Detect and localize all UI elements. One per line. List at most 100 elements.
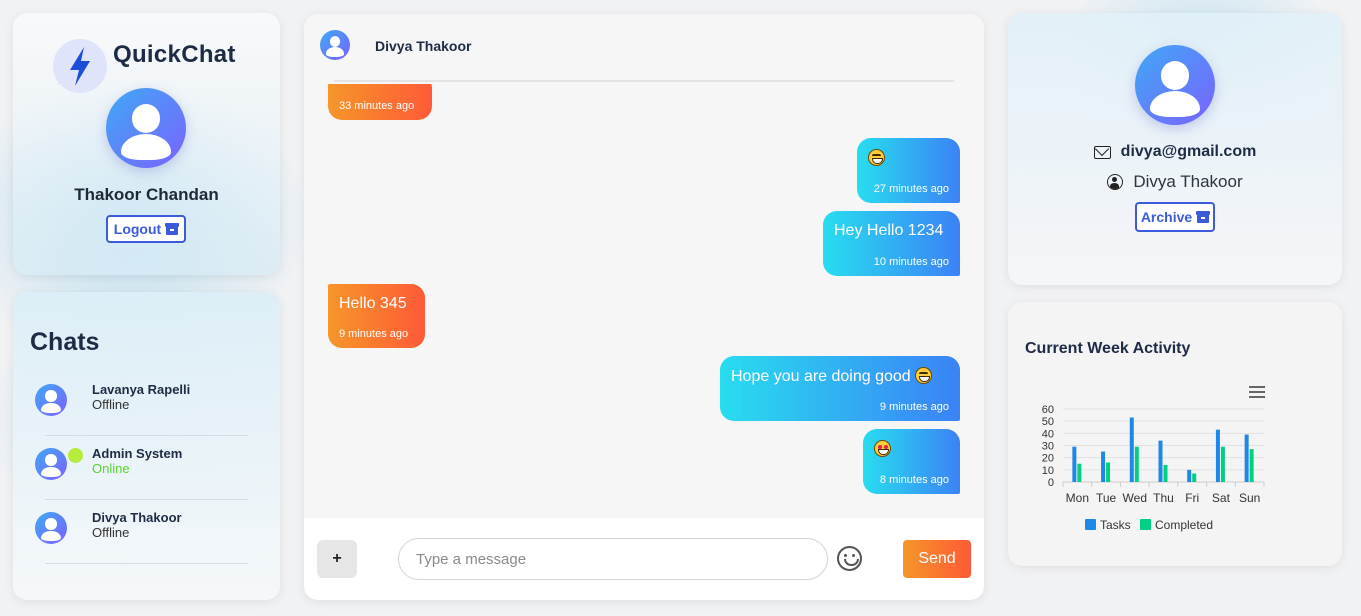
legend-label: Completed	[1155, 518, 1213, 532]
emoji-picker-icon[interactable]	[837, 546, 862, 571]
bar-tasks-sun	[1244, 434, 1249, 482]
y-tick-label: 60	[1042, 404, 1054, 416]
y-tick-label: 10	[1042, 465, 1054, 477]
laughing-emoji-icon	[868, 149, 885, 166]
chats-title: Chats	[30, 328, 100, 356]
bar-completed-sun	[1249, 449, 1254, 482]
conversation-panel: Divya Thakoor 33 minutes ago 27 minutes …	[304, 14, 984, 600]
online-indicator-icon	[68, 448, 83, 463]
contact-avatar[interactable]	[320, 30, 350, 60]
logout-label: Logout	[113, 221, 162, 237]
x-tick-label: Mon	[1066, 491, 1089, 505]
lightning-logo-icon	[53, 39, 107, 93]
chats-panel: Chats Lavanya Rapelli Offline Admin Syst…	[13, 292, 280, 600]
bar-tasks-thu	[1158, 440, 1163, 482]
x-tick-label: Fri	[1185, 491, 1199, 505]
message-bubble-sent: Hope you are doing good 9 minutes ago	[720, 356, 960, 421]
contact-email-row: divya@gmail.com	[1008, 143, 1342, 161]
y-tick-label: 40	[1042, 428, 1054, 440]
x-tick-label: Wed	[1123, 491, 1147, 505]
divider	[45, 499, 248, 500]
bar-tasks-tue	[1101, 451, 1106, 482]
message-text-wrap: Hope you are doing good	[731, 367, 933, 386]
contact-avatar	[1135, 45, 1215, 125]
bar-tasks-wed	[1129, 417, 1134, 482]
message-text	[868, 149, 885, 168]
archive-label: Archive	[1140, 209, 1193, 225]
bar-tasks-mon	[1072, 446, 1077, 482]
chat-contact-name: Lavanya Rapelli	[92, 382, 191, 397]
send-button[interactable]: Send	[903, 540, 971, 578]
archive-box-icon	[165, 222, 180, 235]
bar-completed-tue	[1106, 462, 1111, 482]
bar-tasks-fri	[1187, 469, 1192, 482]
legend-swatch-tasks	[1085, 519, 1096, 530]
contact-info-card: divya@gmail.com Divya Thakoor Archive	[1008, 13, 1342, 285]
message-text: Hello 345	[339, 295, 407, 312]
chat-contact-status: Offline	[92, 525, 130, 540]
mail-icon	[1093, 145, 1111, 159]
x-tick-label: Thu	[1153, 491, 1174, 505]
chat-contact-status: Online	[92, 461, 130, 476]
y-tick-label: 30	[1042, 441, 1054, 453]
contact-full-name: Divya Thakoor	[1133, 172, 1243, 191]
contact-name-row: Divya Thakoor	[1008, 172, 1342, 192]
message-time: 10 minutes ago	[873, 256, 949, 268]
message-time: 9 minutes ago	[339, 328, 409, 340]
activity-chart-card: Current Week Activity 0 10 20 30 40 50 60 Mon Tu…	[1008, 302, 1342, 566]
message-text: Hope you are doing good	[731, 368, 911, 385]
message-bubble-sent: Hey Hello 1234 10 minutes ago	[823, 211, 960, 276]
attach-plus-button[interactable]: +	[317, 540, 357, 578]
logout-button[interactable]: Logout	[106, 215, 186, 243]
y-tick-label: 0	[1048, 477, 1054, 489]
chat-list-item[interactable]: Admin System Online	[35, 444, 248, 500]
bar-tasks-sat	[1215, 429, 1220, 482]
message-time: 8 minutes ago	[879, 474, 949, 486]
divider	[45, 435, 248, 436]
current-user-name: Thakoor Chandan	[74, 185, 219, 204]
avatar	[35, 512, 67, 544]
bar-completed-fri	[1192, 473, 1197, 482]
avatar	[35, 384, 67, 416]
legend-swatch-completed	[1140, 519, 1151, 530]
y-tick-label: 20	[1042, 453, 1054, 465]
bar-completed-mon	[1077, 463, 1082, 482]
chart-title: Current Week Activity	[1025, 340, 1191, 357]
chat-list-item[interactable]: Divya Thakoor Offline	[35, 508, 248, 564]
user-avatar	[106, 88, 186, 168]
x-tick-label: Tue	[1096, 491, 1117, 505]
grinning-emoji-icon	[915, 367, 933, 384]
user-circle-icon	[1107, 174, 1124, 190]
message-list[interactable]: 33 minutes ago 27 minutes ago Hey Hello …	[304, 84, 984, 518]
legend-label: Tasks	[1100, 518, 1131, 532]
message-input[interactable]	[398, 538, 828, 580]
chat-list-item[interactable]: Lavanya Rapelli Offline	[35, 380, 248, 436]
contact-email: divya@gmail.com	[1120, 143, 1257, 160]
message-bubble-sent: 27 minutes ago	[857, 138, 960, 203]
message-text: Hey Hello 1234	[834, 222, 944, 239]
divider	[45, 563, 248, 564]
user-profile-card: QuickChat Thakoor Chandan Logout	[13, 13, 280, 275]
y-tick-label: 50	[1042, 416, 1054, 428]
message-composer: + Send	[304, 518, 984, 600]
x-tick-label: Sun	[1239, 491, 1260, 505]
message-bubble-sent: 8 minutes ago	[863, 429, 960, 494]
conversation-contact-name: Divya Thakoor	[375, 38, 472, 54]
x-tick-label: Sat	[1212, 491, 1231, 505]
message-text	[874, 440, 891, 459]
message-time: 9 minutes ago	[879, 401, 949, 413]
message-time: 33 minutes ago	[339, 100, 415, 112]
app-brand-name: QuickChat	[113, 41, 236, 68]
archive-button[interactable]: Archive	[1135, 202, 1215, 232]
message-bubble-received: 33 minutes ago	[328, 84, 432, 120]
heart-eyes-emoji-icon	[874, 440, 891, 457]
activity-bar-chart: 0102030405060 Mon Tue Wed Thu Fri Sat Sun Tasks C…	[1042, 404, 1265, 532]
divider	[334, 80, 954, 82]
avatar	[35, 448, 67, 480]
chat-contact-status: Offline	[92, 397, 130, 412]
bar-completed-thu	[1163, 464, 1168, 482]
message-bubble-received: Hello 345 9 minutes ago	[328, 284, 425, 348]
bar-completed-sat	[1220, 446, 1225, 482]
bar-completed-wed	[1134, 446, 1139, 482]
chat-contact-name: Divya Thakoor	[92, 510, 182, 525]
